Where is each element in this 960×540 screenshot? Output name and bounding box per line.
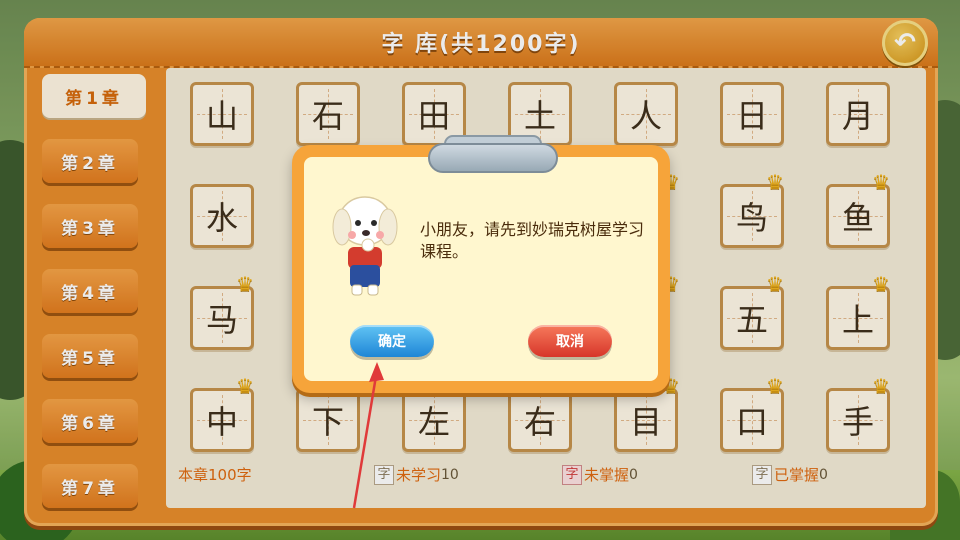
notice-dialog: 小朋友，请先到妙瑞克树屋学习课程。 确定 取消 bbox=[292, 135, 670, 393]
confirm-button[interactable]: 确定 bbox=[350, 325, 434, 357]
puppy-mascot-icon bbox=[332, 196, 398, 296]
dialog-message: 小朋友，请先到妙瑞克树屋学习课程。 bbox=[420, 220, 645, 261]
dialog-paper: 小朋友，请先到妙瑞克树屋学习课程。 确定 取消 bbox=[304, 135, 658, 381]
cancel-button[interactable]: 取消 bbox=[528, 325, 612, 357]
clip-body bbox=[428, 143, 558, 173]
